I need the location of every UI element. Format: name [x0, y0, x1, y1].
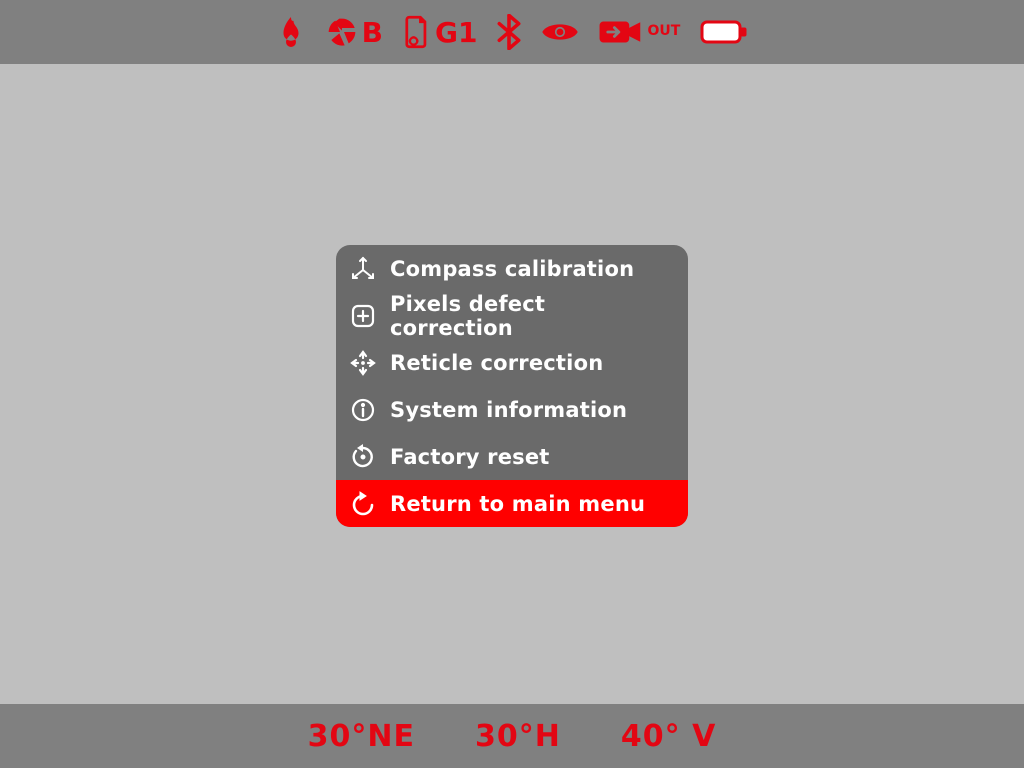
- info-icon: [350, 397, 376, 423]
- device-screen: B G1: [0, 0, 1024, 768]
- menu-item-label: Reticle correction: [390, 351, 603, 375]
- menu-item-return[interactable]: Return to main menu: [336, 480, 688, 527]
- aperture-status: B: [326, 16, 383, 49]
- bottom-status-bar: 30°NE 30°H 40° V: [0, 704, 1024, 768]
- axes-icon: [350, 256, 376, 282]
- battery-icon: [700, 19, 748, 45]
- eye-icon: [541, 18, 579, 46]
- compass-heading: 30°NE: [308, 719, 415, 754]
- return-icon: [350, 491, 376, 517]
- menu-item-label: Pixels defect correction: [390, 292, 674, 340]
- menu-item-pixel-defect[interactable]: Pixels defect correction: [336, 292, 688, 339]
- menu-item-system-info[interactable]: System information: [336, 386, 688, 433]
- top-status-bar: B G1: [0, 0, 1024, 64]
- video-out-label: OUT: [647, 23, 680, 39]
- menu-item-label: Return to main menu: [390, 492, 645, 516]
- profile-file-icon: [403, 15, 431, 49]
- profile-label: G1: [435, 16, 477, 49]
- aperture-icon: [326, 16, 358, 48]
- reset-icon: [350, 444, 376, 470]
- bluetooth-icon: [497, 14, 521, 50]
- menu-item-factory-reset[interactable]: Factory reset: [336, 433, 688, 480]
- menu-item-label: Compass calibration: [390, 257, 634, 281]
- flame-icon: [276, 14, 306, 50]
- profile-status: G1: [403, 15, 477, 49]
- settings-menu: Compass calibration Pixels defect correc…: [336, 245, 688, 527]
- video-out-status: OUT: [599, 17, 680, 47]
- menu-item-label: Factory reset: [390, 445, 550, 469]
- mode-label: B: [362, 16, 383, 49]
- menu-item-reticle-correction[interactable]: Reticle correction: [336, 339, 688, 386]
- menu-item-label: System information: [390, 398, 627, 422]
- plus-square-icon: [350, 303, 376, 329]
- menu-item-compass-calibration[interactable]: Compass calibration: [336, 245, 688, 292]
- compass-vertical: 40° V: [621, 719, 716, 754]
- reticle-icon: [350, 350, 376, 376]
- video-camera-icon: [599, 17, 643, 47]
- compass-horizontal: 30°H: [475, 719, 561, 754]
